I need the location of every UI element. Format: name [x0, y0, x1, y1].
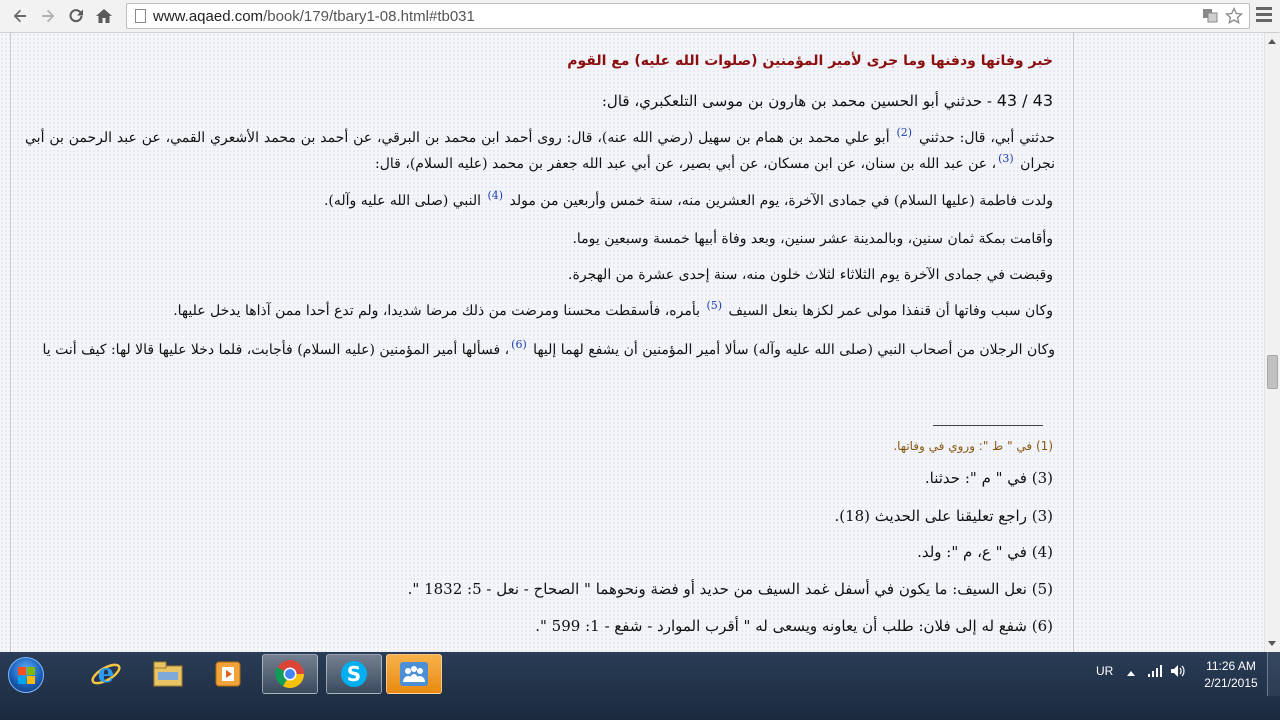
file-explorer-icon[interactable] — [140, 654, 196, 694]
footnote-ref-3[interactable]: (3) — [996, 152, 1016, 165]
internet-explorer-icon[interactable]: e — [78, 654, 134, 694]
footnote-3b: (3) راجع تعليقنا على الحديث (18). — [834, 507, 1053, 525]
scroll-thumb[interactable] — [1267, 355, 1278, 389]
system-tray: UR 11:26 AM 2/21/2015 — [1080, 652, 1280, 696]
footnote-ref-2[interactable]: (2) — [894, 126, 914, 139]
page-icon — [135, 9, 146, 23]
paragraph-visit: وكان الرجلان من أصحاب النبي (صلى الله عل… — [42, 338, 1055, 358]
paragraph-birth: ولدت فاطمة (عليها السلام) في جمادى الآخر… — [323, 189, 1053, 209]
clock-time: 11:26 AM — [1206, 659, 1256, 673]
volume-icon[interactable] — [1170, 664, 1186, 681]
footnote-5: (5) نعل السيف: ما يكون في أسفل غمد السيف… — [407, 580, 1053, 598]
skype-icon[interactable]: S — [326, 654, 382, 694]
clock-date: 2/21/2015 — [1204, 676, 1258, 690]
paragraph-residence: وأقامت بمكة ثمان سنين، وبالمدينة عشر سني… — [572, 231, 1053, 247]
windows-taskbar: e S UR 11:26 AM 2/21/2015 — [0, 652, 1280, 720]
footnote-1: (1) في " ط ": وروي في وفاتها. — [893, 439, 1053, 453]
forward-arrow-icon[interactable] — [36, 4, 60, 28]
book-content: خبر وفاتها ودفنها وما جرى لأمير المؤمنين… — [10, 33, 1074, 652]
scroll-up-arrow-icon[interactable] — [1268, 39, 1276, 44]
url-text[interactable]: www.aqaed.com/book/179/tbary1-08.html#tb… — [153, 8, 475, 25]
scroll-down-arrow-icon[interactable] — [1268, 641, 1276, 646]
footnote-ref-6[interactable]: (6) — [509, 338, 529, 351]
users-app-icon[interactable] — [386, 654, 442, 694]
paragraph-chain: حدثني أبي، قال: حدثني (2) أبو علي محمد ب… — [25, 126, 1055, 172]
footnote-4: (4) في " ع، م ": ولد. — [917, 543, 1053, 561]
narration-number: 43 / 43 — [996, 91, 1053, 110]
footnote-ref-4[interactable]: (4) — [485, 189, 505, 202]
back-arrow-icon[interactable] — [8, 4, 32, 28]
paragraph-death: وقبضت في جمادى الآخرة يوم الثلاثاء لثلاث… — [568, 267, 1053, 283]
footnote-separator — [933, 425, 1043, 426]
footnote-ref-5[interactable]: (5) — [704, 299, 724, 312]
translate-icon[interactable] — [1201, 7, 1219, 25]
media-player-icon[interactable] — [200, 654, 256, 694]
chrome-menu-icon[interactable] — [1256, 7, 1272, 25]
windows-start-icon[interactable] — [2, 654, 52, 696]
show-desktop-button[interactable] — [1267, 652, 1280, 696]
reload-icon[interactable] — [64, 4, 88, 28]
show-hidden-icons-icon[interactable] — [1126, 666, 1136, 680]
browser-toolbar: www.aqaed.com/book/179/tbary1-08.html#tb… — [0, 0, 1280, 33]
section-title: خبر وفاتها ودفنها وما جرى لأمير المؤمنين… — [567, 53, 1053, 69]
page-viewport: خبر وفاتها ودفنها وما جرى لأمير المؤمنين… — [0, 33, 1264, 652]
chrome-icon[interactable] — [262, 654, 318, 694]
footnote-3a: (3) في " م ": حدثنا. — [924, 469, 1053, 487]
paragraph-cause: وكان سبب وفاتها أن قنفذا مولى عمر لكزها … — [173, 299, 1053, 319]
svg-text:S: S — [347, 662, 361, 686]
narration-lead-text: - حدثني أبو الحسين محمد بن هارون بن موسى… — [601, 92, 992, 110]
home-icon[interactable] — [92, 4, 116, 28]
vertical-scrollbar[interactable] — [1264, 33, 1280, 652]
address-bar[interactable]: www.aqaed.com/book/179/tbary1-08.html#tb… — [126, 3, 1250, 29]
footnote-6: (6) شفع له إلى فلان: طلب أن يعاونه ويسعى… — [535, 617, 1053, 635]
svg-text:e: e — [98, 659, 115, 689]
narration-lead: 43 / 43 - حدثني أبو الحسين محمد بن هارون… — [602, 91, 1053, 110]
system-clock[interactable]: 11:26 AM 2/21/2015 — [1198, 658, 1264, 692]
network-signal-icon[interactable] — [1148, 665, 1162, 680]
language-indicator[interactable]: UR — [1096, 664, 1113, 678]
bookmark-star-icon[interactable] — [1224, 6, 1244, 25]
